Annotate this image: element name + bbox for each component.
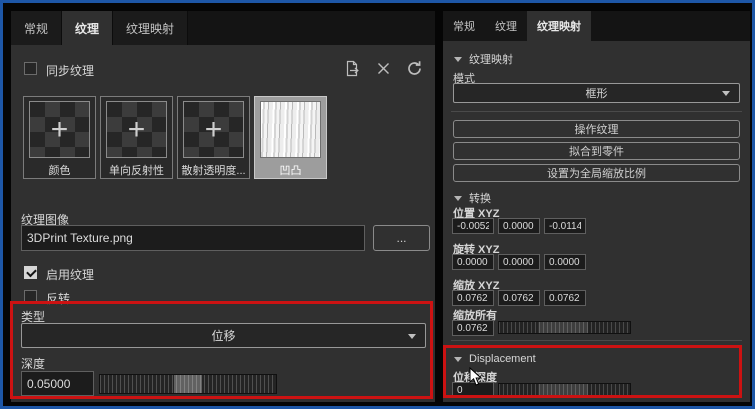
add-texture-icon: + bbox=[204, 112, 223, 146]
depth-label: 深度 bbox=[21, 357, 46, 371]
type-dropdown[interactable]: 位移 bbox=[21, 323, 426, 348]
texture-slot-color[interactable]: + 颜色 bbox=[23, 96, 96, 179]
refresh-texture-icon[interactable] bbox=[406, 60, 423, 77]
bump-texture-preview bbox=[260, 101, 321, 159]
invert-checkbox[interactable] bbox=[24, 290, 37, 303]
mode-dropdown-value: 框形 bbox=[585, 88, 608, 100]
position-y-input[interactable] bbox=[498, 218, 540, 234]
enable-texture-label: 启用纹理 bbox=[46, 268, 95, 282]
load-texture-icon[interactable] bbox=[344, 60, 361, 77]
delete-texture-icon[interactable] bbox=[376, 61, 391, 76]
tab-texture[interactable]: 纹理 bbox=[485, 11, 527, 41]
scale-y-input[interactable] bbox=[498, 290, 540, 306]
scale-z-input[interactable] bbox=[544, 290, 586, 306]
texture-slot-specular[interactable]: + 单向反射性 bbox=[100, 96, 173, 179]
displacement-depth-slider[interactable] bbox=[498, 383, 631, 396]
collapse-triangle-icon bbox=[454, 356, 462, 362]
divider bbox=[451, 340, 742, 341]
displacement-section-header[interactable]: Displacement bbox=[454, 353, 536, 365]
divider bbox=[451, 111, 742, 112]
rotation-x-input[interactable] bbox=[452, 254, 494, 270]
set-global-scale-button[interactable]: 设置为全局缩放比例 bbox=[453, 164, 740, 182]
position-x-input[interactable] bbox=[452, 218, 494, 234]
rotation-z-input[interactable] bbox=[544, 254, 586, 270]
texture-image-path-input[interactable] bbox=[21, 225, 365, 251]
section-title: 纹理映射 bbox=[469, 54, 513, 66]
chevron-down-icon bbox=[408, 333, 416, 339]
type-dropdown-value: 位移 bbox=[211, 329, 236, 343]
section-title: Displacement bbox=[469, 353, 536, 365]
texture-slot-label: 散射透明度... bbox=[181, 165, 246, 178]
enable-texture-checkbox[interactable] bbox=[24, 266, 37, 279]
tab-texture-mapping[interactable]: 纹理映射 bbox=[113, 11, 189, 45]
add-texture-icon: + bbox=[127, 112, 146, 146]
sync-texture-label: 同步纹理 bbox=[46, 64, 95, 78]
checkerboard-placeholder: + bbox=[183, 101, 244, 159]
tab-general[interactable]: 常规 bbox=[443, 11, 485, 41]
scale-all-input[interactable] bbox=[452, 320, 494, 336]
fit-to-part-button[interactable]: 拟合到零件 bbox=[453, 142, 740, 160]
tab-texture-mapping[interactable]: 纹理映射 bbox=[527, 11, 591, 41]
add-texture-icon: + bbox=[50, 112, 69, 146]
texture-slot-label: 颜色 bbox=[48, 165, 71, 178]
chevron-down-icon bbox=[722, 91, 730, 96]
manipulate-texture-button[interactable]: 操作纹理 bbox=[453, 120, 740, 138]
texture-slot-list: + 颜色 + 单向反射性 + 散射透明度... 凹凸 bbox=[23, 96, 327, 179]
left-tabstrip: 常规 纹理 纹理映射 bbox=[11, 11, 435, 45]
scale-all-slider[interactable] bbox=[498, 321, 631, 334]
texture-slot-transparency[interactable]: + 散射透明度... bbox=[177, 96, 250, 179]
texture-slot-label: 单向反射性 bbox=[109, 165, 164, 178]
scale-x-input[interactable] bbox=[452, 290, 494, 306]
texture-slot-bump[interactable]: 凹凸 bbox=[254, 96, 327, 179]
depth-slider[interactable] bbox=[99, 374, 277, 394]
position-z-input[interactable] bbox=[544, 218, 586, 234]
invert-label: 反转 bbox=[46, 292, 71, 306]
collapse-triangle-icon bbox=[454, 195, 462, 201]
transform-section-header[interactable]: 转换 bbox=[454, 190, 491, 206]
browse-texture-button[interactable]: ... bbox=[373, 225, 430, 251]
rotation-y-input[interactable] bbox=[498, 254, 540, 270]
collapse-triangle-icon bbox=[454, 56, 462, 62]
texture-mapping-section-header[interactable]: 纹理映射 bbox=[454, 51, 513, 67]
mouse-cursor bbox=[469, 366, 483, 392]
right-tabstrip: 常规 纹理 纹理映射 bbox=[443, 11, 750, 41]
texture-mapping-panel: 常规 纹理 纹理映射 纹理映射 模式 框形 操作纹理 拟合到零件 设置为全局缩放… bbox=[443, 11, 750, 402]
sync-texture-checkbox[interactable] bbox=[24, 62, 37, 75]
texture-slot-label: 凹凸 bbox=[279, 165, 302, 178]
section-title: 转换 bbox=[469, 193, 491, 205]
checkerboard-placeholder: + bbox=[106, 101, 167, 159]
depth-input[interactable] bbox=[21, 371, 94, 396]
tab-texture[interactable]: 纹理 bbox=[62, 11, 114, 45]
tab-general[interactable]: 常规 bbox=[11, 11, 63, 45]
checkerboard-placeholder: + bbox=[29, 101, 90, 159]
mode-dropdown[interactable]: 框形 bbox=[453, 83, 740, 103]
appearance-editor-window: 常规 纹理 纹理映射 同步纹理 + 颜色 + 单向反射性 + 散射透明度... … bbox=[0, 0, 755, 409]
texture-panel: 常规 纹理 纹理映射 同步纹理 + 颜色 + 单向反射性 + 散射透明度... … bbox=[10, 11, 435, 402]
